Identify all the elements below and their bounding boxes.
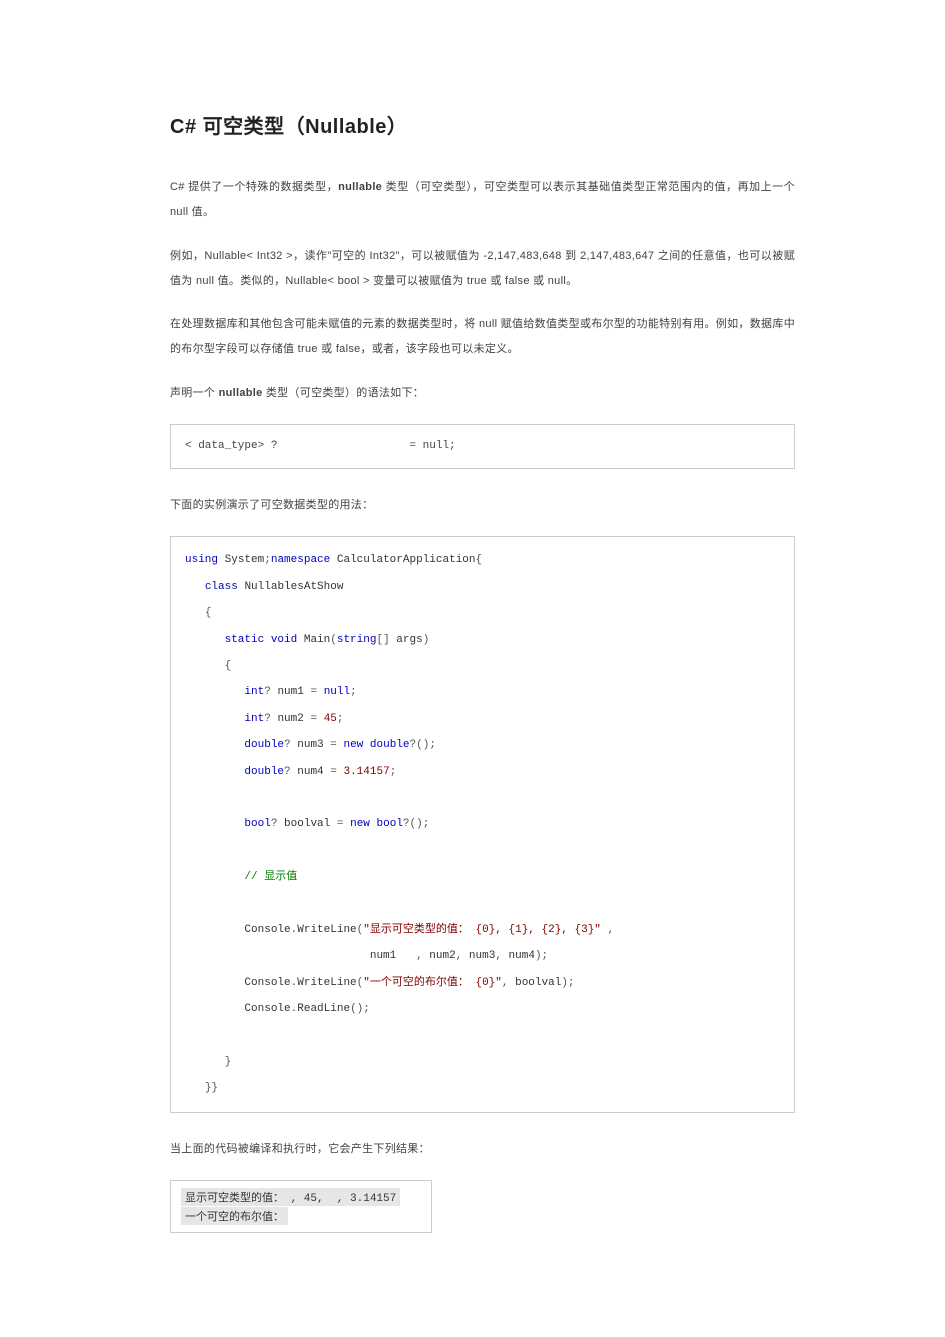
text: 声明一个 [170, 387, 219, 399]
intro-paragraph-2: 例如，Nullable< Int32 >，读作"可空的 Int32"，可以被赋值… [170, 244, 795, 295]
document-page: C# 可空类型（Nullable） C# 提供了一个特殊的数据类型，nullab… [0, 0, 945, 1317]
page-title: C# 可空类型（Nullable） [170, 110, 795, 139]
example-label: 下面的实例演示了可空数据类型的用法： [170, 493, 795, 518]
output-box: 显示可空类型的值： , 45, , 3.14157 一个可空的布尔值： [170, 1180, 432, 1233]
text: 类型（可空类型）的语法如下： [263, 387, 425, 399]
text: C# 提供了一个特殊的数据类型， [170, 181, 338, 193]
output-line-2: 一个可空的布尔值： [181, 1207, 288, 1225]
intro-paragraph-3: 在处理数据库和其他包含可能未赋值的元素的数据类型时，将 null 赋值给数值类型… [170, 312, 795, 363]
syntax-codebox: < data_type> ? = null; [170, 424, 795, 469]
result-label: 当上面的代码被编译和执行时，它会产生下列结果： [170, 1137, 795, 1162]
example-codebox: using System;namespace CalculatorApplica… [170, 536, 795, 1112]
intro-paragraph-1: C# 提供了一个特殊的数据类型，nullable 类型（可空类型），可空类型可以… [170, 175, 795, 226]
code-line: < data_type> ? = null; [185, 440, 456, 452]
output-line-1: 显示可空类型的值： , 45, , 3.14157 [181, 1188, 400, 1206]
nullable-bold: nullable [219, 387, 263, 399]
nullable-bold: nullable [338, 181, 382, 193]
syntax-label: 声明一个 nullable 类型（可空类型）的语法如下： [170, 381, 795, 406]
